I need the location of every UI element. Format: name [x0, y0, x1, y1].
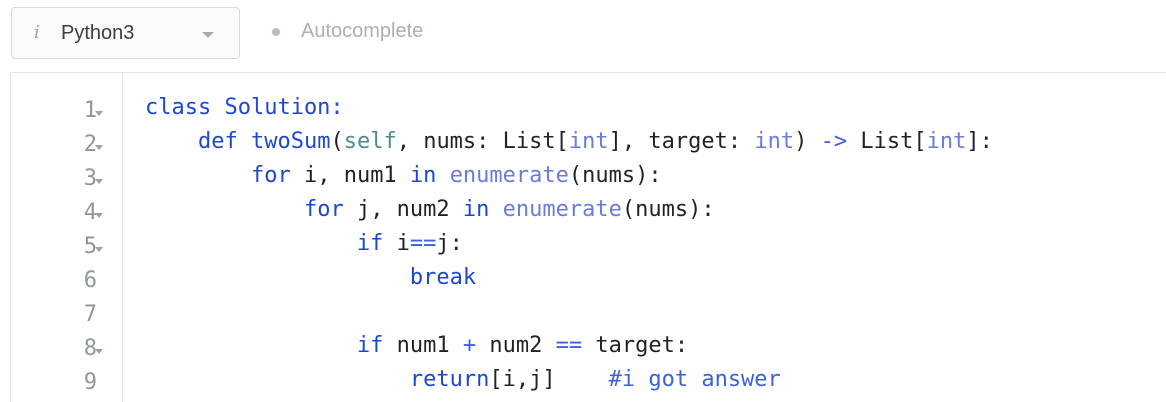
code-token: (nums):: [621, 197, 715, 222]
code-token: class Solution:: [145, 95, 344, 120]
chevron-down-icon: [202, 32, 214, 38]
line-number: 7: [11, 297, 123, 331]
code-token: i: [383, 231, 410, 256]
code-token: for: [303, 197, 344, 222]
code-token: ]:: [966, 129, 993, 154]
code-token: if: [356, 333, 384, 358]
code-area[interactable]: class Solution: def twoSum(self, nums: L…: [145, 73, 1166, 402]
line-number: 1: [11, 93, 123, 127]
line-number: 4: [11, 195, 123, 229]
fold-arrow-icon[interactable]: [95, 111, 103, 116]
code-line[interactable]: class Solution:: [145, 89, 344, 125]
code-token: int: [568, 129, 609, 154]
code-token: ): [794, 129, 821, 154]
line-number-text: 9: [83, 370, 97, 395]
code-token: ==: [555, 333, 583, 358]
code-token: int: [926, 129, 967, 154]
fold-arrow-icon[interactable]: [95, 213, 103, 218]
code-token: int: [754, 129, 795, 154]
code-token: in: [462, 197, 490, 222]
code-token: i, num1: [290, 163, 410, 188]
code-token: if: [356, 231, 384, 256]
line-number-gutter: 12345 6 7 8 9: [11, 73, 123, 402]
fold-arrow-icon[interactable]: [95, 179, 103, 184]
code-token: ], target:: [608, 129, 755, 154]
code-line[interactable]: def twoSum(self, nums: List[int], target…: [145, 123, 993, 159]
code-token: ==: [409, 231, 437, 256]
code-token: (: [330, 129, 344, 154]
line-number-text: 7: [83, 302, 97, 327]
code-token: return: [409, 367, 490, 392]
code-token: +: [462, 333, 477, 358]
code-token: num2: [476, 333, 556, 358]
autocomplete-label: Autocomplete: [301, 20, 424, 42]
fold-arrow-icon[interactable]: [95, 145, 103, 150]
line-number: 8: [11, 331, 123, 365]
line-number: 5: [11, 229, 123, 263]
code-token: ->: [820, 129, 848, 154]
code-token: in: [409, 163, 437, 188]
fold-arrow-icon[interactable]: [95, 349, 103, 354]
language-select[interactable]: i Python3: [11, 7, 240, 59]
line-number: 9: [11, 365, 123, 399]
autocomplete-status-dot-icon: [272, 27, 280, 36]
code-line[interactable]: for j, num2 in enumerate(nums):: [145, 191, 715, 227]
line-number: 2: [11, 127, 123, 161]
code-token: twoSum: [250, 129, 331, 154]
code-line[interactable]: if num1 + num2 == target:: [145, 327, 688, 363]
code-token: def: [197, 129, 238, 154]
code-line[interactable]: break: [145, 259, 476, 295]
info-icon[interactable]: i: [34, 22, 40, 43]
code-token: target:: [582, 333, 689, 358]
code-token: [i,j]: [489, 367, 609, 392]
line-number-text: 6: [83, 268, 97, 293]
language-label: Python3: [61, 22, 135, 44]
code-token: num1: [383, 333, 463, 358]
code-token: j, num2: [343, 197, 463, 222]
code-token: enumerate: [502, 197, 622, 222]
line-number: 3: [11, 161, 123, 195]
code-line[interactable]: if i==j:: [145, 225, 463, 261]
code-token: List[: [847, 129, 927, 154]
code-token: enumerate: [449, 163, 569, 188]
code-editor[interactable]: 12345 6 7 8 9 class Solution: def twoSum(sel…: [10, 72, 1166, 402]
code-token: #i got answer: [608, 367, 781, 392]
line-number: 6: [11, 263, 123, 297]
code-token: self: [343, 129, 397, 154]
code-token: for: [250, 163, 291, 188]
code-token: j:: [436, 231, 463, 256]
editor-toolbar: i Python3 Autocomplete: [0, 0, 1166, 72]
code-line[interactable]: return[i,j] #i got answer: [145, 361, 781, 397]
fold-arrow-icon[interactable]: [95, 247, 103, 252]
code-token: , nums: List[: [396, 129, 569, 154]
code-token: (nums):: [568, 163, 662, 188]
code-line[interactable]: for i, num1 in enumerate(nums):: [145, 157, 662, 193]
code-token: break: [409, 265, 477, 290]
autocomplete-toggle[interactable]: Autocomplete: [272, 20, 423, 43]
